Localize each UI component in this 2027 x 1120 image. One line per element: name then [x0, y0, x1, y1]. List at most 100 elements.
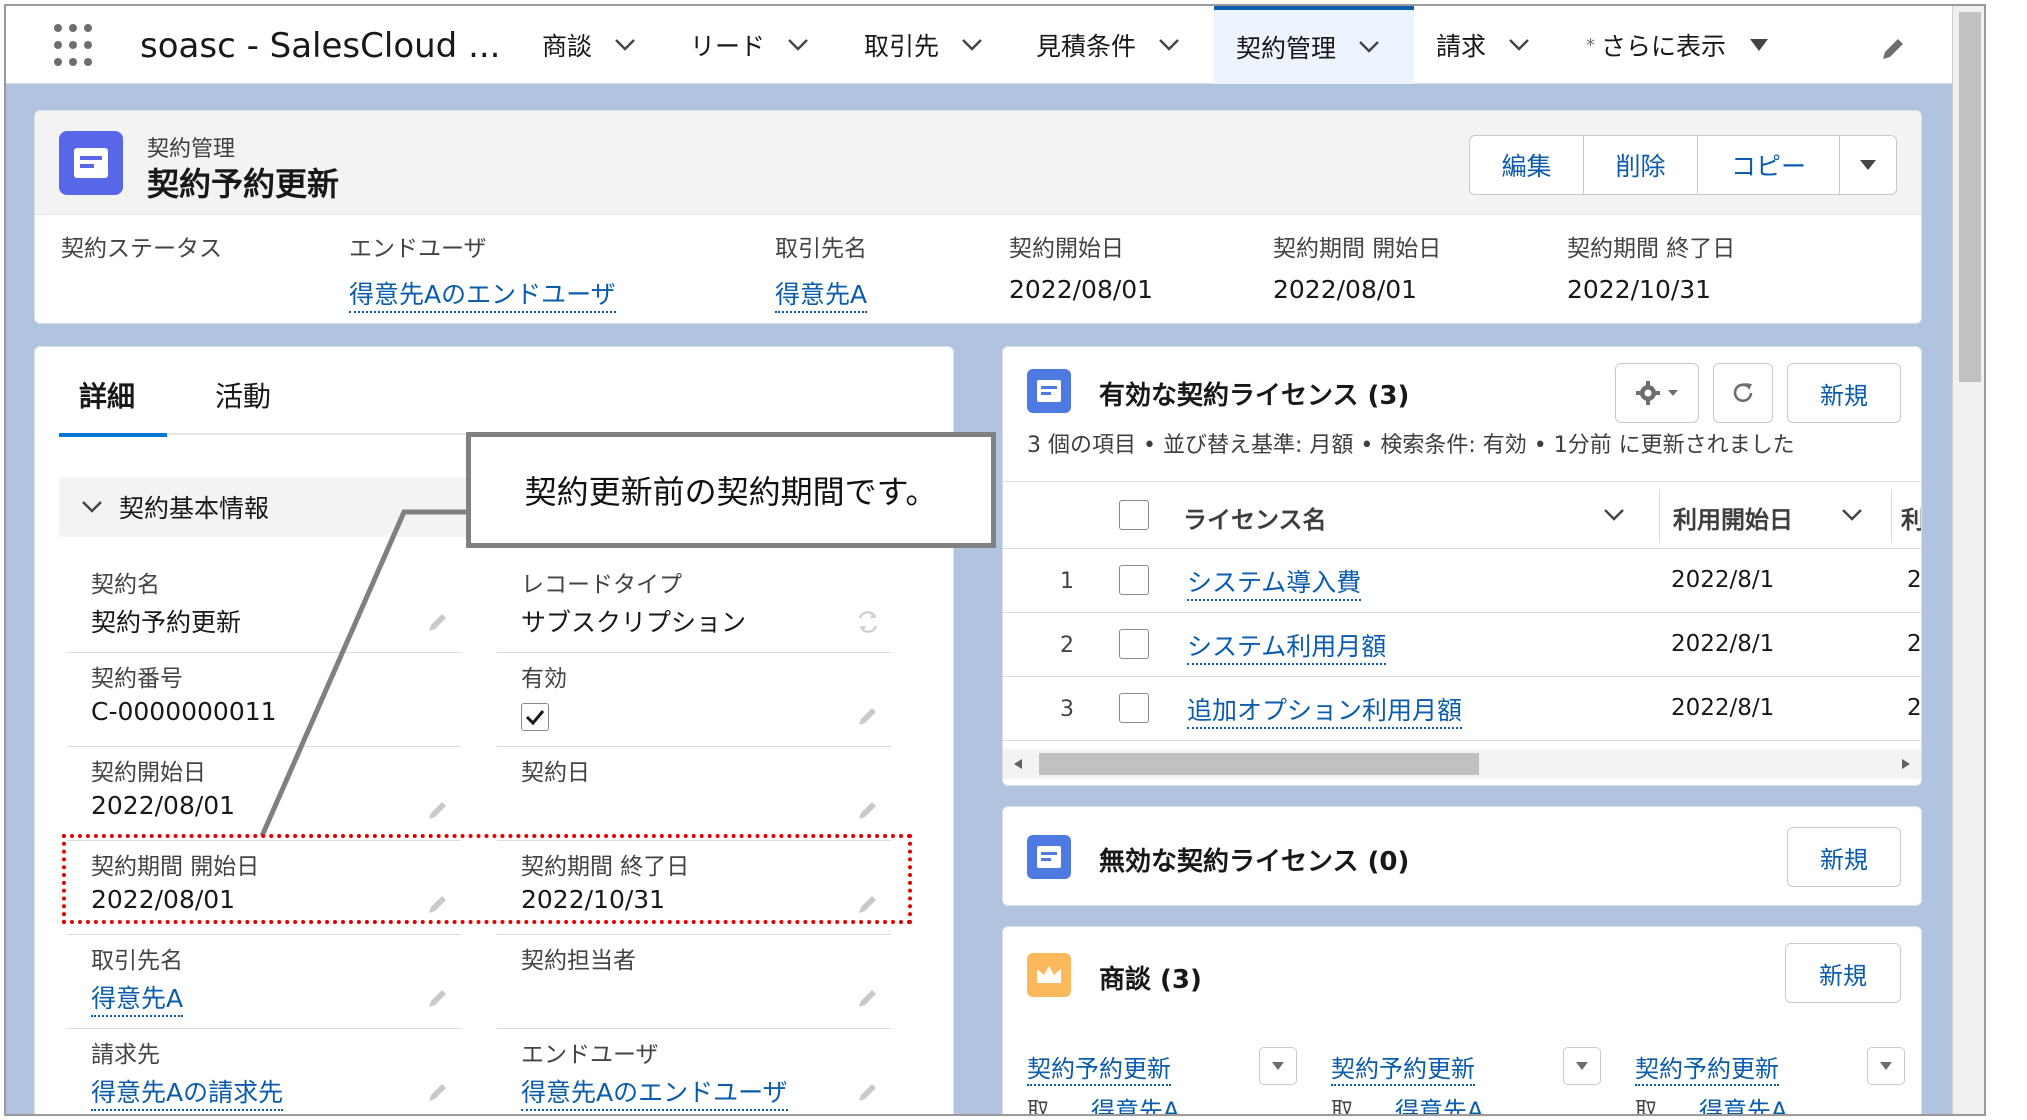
end-user-link[interactable]: 得意先Aのエンドユーザ — [521, 1073, 788, 1111]
app-name: soasc - SalesCloud ... — [140, 26, 501, 66]
chevron-down-icon[interactable] — [612, 32, 638, 58]
nav-tab-contract-management[interactable]: 契約管理 — [1214, 6, 1414, 84]
horizontal-scrollbar[interactable] — [1003, 749, 1921, 779]
bill-to-link[interactable]: 得意先Aの請求先 — [91, 1073, 284, 1111]
field-end-user: エンドユーザ 得意先Aのエンドユーザ — [497, 1029, 891, 1114]
page-scrollbar[interactable] — [1952, 6, 1984, 1114]
opportunity-name-link[interactable]: 契約予約更新 — [1331, 1049, 1475, 1086]
pencil-icon[interactable] — [425, 985, 451, 1011]
copy-button[interactable]: コピー — [1698, 136, 1840, 194]
nav-tab-label: 取引先 — [864, 32, 940, 61]
pencil-icon[interactable] — [855, 797, 881, 823]
nav-tab-opportunity[interactable]: 商談 — [542, 6, 638, 84]
active-checkbox — [521, 703, 549, 731]
pencil-icon[interactable] — [855, 703, 881, 729]
new-opportunity-button[interactable]: 新規 — [1785, 943, 1901, 1003]
refresh-button[interactable] — [1713, 363, 1773, 423]
more-actions-button[interactable] — [1840, 136, 1896, 194]
opportunity-name-link[interactable]: 契約予約更新 — [1635, 1049, 1779, 1086]
highlight-account-name: 取引先名 得意先A — [775, 229, 868, 313]
list-settings-button[interactable] — [1615, 363, 1699, 423]
row-checkbox[interactable] — [1119, 693, 1149, 723]
chevron-down-icon[interactable] — [1603, 508, 1625, 522]
account-link[interactable]: 得意先A — [91, 979, 184, 1017]
nav-tab-label: さらに表示 — [1601, 32, 1727, 61]
crown-icon — [1027, 953, 1071, 997]
section-label: 契約基本情報 — [119, 494, 270, 523]
nav-tab-label: リード — [690, 32, 766, 61]
change-record-type-icon[interactable] — [855, 609, 881, 635]
row-action-menu[interactable] — [1259, 1047, 1297, 1085]
related-list-title: 有効な契約ライセンス (3) — [1099, 381, 1410, 411]
column-header-license-name[interactable]: ライセンス名 — [1183, 500, 1327, 535]
delete-button[interactable]: 削除 — [1584, 136, 1698, 194]
chevron-down-icon — [77, 492, 107, 522]
highlight-term-end-date: 契約期間 終了日 2022/10/31 — [1567, 236, 1736, 304]
end-user-link[interactable]: 得意先Aのエンドユーザ — [349, 275, 616, 313]
chevron-down-icon[interactable] — [785, 32, 811, 58]
new-inactive-license-button[interactable]: 新規 — [1787, 827, 1901, 887]
account-link[interactable]: 得意先A — [1091, 1091, 1179, 1114]
row-checkbox[interactable] — [1119, 565, 1149, 595]
more-prefix: * — [1586, 34, 1595, 56]
caret-down-icon — [1668, 390, 1678, 396]
column-header-truncated[interactable]: 利 — [1901, 500, 1921, 535]
related-list-title: 商談 (3) — [1099, 965, 1202, 995]
tab-activity[interactable]: 活動 — [215, 375, 271, 437]
field-active: 有効 — [497, 653, 891, 747]
row-action-menu[interactable] — [1563, 1047, 1601, 1085]
column-header-start-date[interactable]: 利用開始日 — [1673, 500, 1793, 535]
nav-tab-more[interactable]: * さらに表示 — [1586, 6, 1772, 84]
opportunity-name-link[interactable]: 契約予約更新 — [1027, 1049, 1171, 1086]
chevron-down-icon[interactable] — [959, 32, 985, 58]
chevron-down-icon[interactable] — [1156, 32, 1182, 58]
field-contract-name: 契約名 契約予約更新 — [67, 559, 461, 653]
field-account-name: 取引先名 得意先A — [67, 935, 461, 1029]
gear-icon — [1636, 381, 1660, 405]
pencil-icon[interactable] — [855, 985, 881, 1011]
caret-down-icon — [1880, 1062, 1892, 1070]
opportunity-tile: 契約予約更新 取... 得意先A — [1635, 1043, 1921, 1114]
pencil-icon[interactable] — [425, 609, 451, 635]
pencil-icon[interactable] — [425, 797, 451, 823]
nav-tab-quote-terms[interactable]: 見積条件 — [1036, 6, 1182, 84]
pencil-icon[interactable] — [1878, 34, 1908, 64]
tab-details[interactable]: 詳細 — [59, 375, 167, 437]
nav-tab-lead[interactable]: リード — [690, 6, 811, 84]
row-checkbox[interactable] — [1119, 629, 1149, 659]
edit-button[interactable]: 編集 — [1470, 136, 1584, 194]
scrollbar-thumb[interactable] — [1039, 753, 1479, 775]
license-name-link[interactable]: システム利用月額 — [1187, 627, 1387, 665]
row-action-menu[interactable] — [1867, 1047, 1905, 1085]
table-row: 1 システム導入費 2022/8/1 2 — [1003, 549, 1921, 613]
nav-tab-billing[interactable]: 請求 — [1436, 6, 1532, 84]
chevron-down-icon[interactable] — [1506, 32, 1532, 58]
chevron-down-icon[interactable] — [1841, 508, 1863, 522]
caret-down-icon[interactable] — [1746, 32, 1772, 58]
nav-tab-label: 商談 — [542, 32, 593, 61]
chevron-down-icon[interactable] — [1356, 34, 1382, 60]
caret-down-icon — [1860, 160, 1876, 170]
field-contract-start-date: 契約開始日 2022/08/01 — [67, 747, 461, 841]
pencil-icon[interactable] — [855, 1079, 881, 1105]
nav-tab-account[interactable]: 取引先 — [864, 6, 985, 84]
new-license-button[interactable]: 新規 — [1787, 363, 1901, 423]
annotation-callout: 契約更新前の契約期間です。 — [466, 432, 996, 548]
highlight-end-user: エンドユーザ 得意先Aのエンドユーザ — [349, 229, 616, 313]
scrollbar-thumb[interactable] — [1959, 12, 1981, 382]
account-link[interactable]: 得意先A — [1395, 1091, 1483, 1114]
field-record-type: レコードタイプ サブスクリプション — [497, 559, 891, 653]
account-link[interactable]: 得意先A — [775, 275, 868, 313]
record-action-group: 編集 削除 コピー — [1469, 135, 1897, 195]
license-name-link[interactable]: システム導入費 — [1187, 563, 1362, 601]
license-name-link[interactable]: 追加オプション利用月額 — [1187, 691, 1463, 729]
table-row: 3 追加オプション利用月額 2022/8/1 2 — [1003, 677, 1921, 741]
pencil-icon[interactable] — [425, 1079, 451, 1105]
column-divider — [1891, 490, 1892, 542]
waffle-icon[interactable] — [54, 24, 98, 68]
scroll-left-icon[interactable] — [1013, 758, 1023, 770]
scroll-right-icon[interactable] — [1901, 758, 1911, 770]
nav-tab-label: 見積条件 — [1036, 32, 1137, 61]
account-link[interactable]: 得意先A — [1699, 1091, 1787, 1114]
select-all-checkbox[interactable] — [1119, 500, 1149, 530]
